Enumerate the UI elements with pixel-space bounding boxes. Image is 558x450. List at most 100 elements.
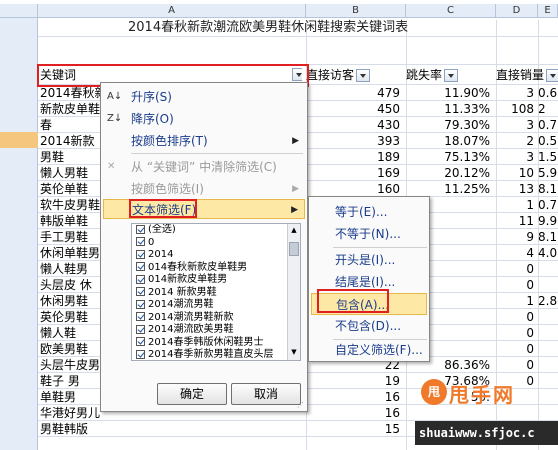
conversion-cell[interactable]: 0.7 (538, 117, 558, 133)
conversion-cell[interactable]: 4.0 (538, 245, 558, 261)
conversion-cell[interactable] (538, 261, 558, 277)
filter-value-item[interactable]: 2014 新款男鞋 (132, 287, 300, 300)
checkbox[interactable] (136, 262, 145, 271)
filter-value-item[interactable]: (全选) (132, 224, 300, 237)
column-header-c[interactable]: C (406, 4, 496, 18)
sort-by-color-item[interactable]: 按颜色排序(T) ▶ (103, 131, 305, 151)
scroll-thumb[interactable] (289, 242, 299, 256)
column-header-d[interactable]: D (496, 4, 538, 18)
filter-value-item[interactable]: 2014潮流欧美男鞋 (132, 324, 300, 337)
sales-cell[interactable]: 0 (496, 357, 536, 373)
visitors-cell[interactable]: 479 (306, 85, 404, 101)
conversion-cell[interactable]: 0.7 (538, 197, 558, 213)
checkbox[interactable] (136, 299, 145, 309)
conversion-cell[interactable]: 2 (538, 101, 558, 117)
checkbox[interactable] (136, 324, 145, 334)
sales-header-cell[interactable]: 直接销量 (496, 65, 558, 85)
filter-value-item[interactable]: 014春秋新款皮单鞋男 (132, 262, 300, 275)
bounce-filter-dropdown[interactable] (444, 69, 459, 82)
contains-item[interactable]: 包含(A)... (311, 293, 427, 315)
sales-cell[interactable]: 4 (496, 245, 536, 261)
sales-cell[interactable]: 3 (496, 85, 536, 101)
sheet-title[interactable]: 2014春秋新款潮流欧美男鞋休闲鞋搜索关键词表 (128, 19, 558, 37)
checkbox[interactable] (136, 224, 145, 234)
bounce-rate-cell[interactable]: 11.33% (406, 101, 494, 117)
keyword-filter-dropdown[interactable] (292, 68, 302, 81)
ends-with-item[interactable]: 结尾是(I)... (311, 271, 427, 293)
filter-value-item[interactable]: 2014潮流男鞋新款 (132, 312, 300, 325)
text-filter-item[interactable]: 文本筛选(F) ▶ (103, 199, 305, 219)
bounce-rate-cell[interactable]: 11.90% (406, 85, 494, 101)
begins-with-item[interactable]: 开头是(I)... (311, 249, 427, 271)
sort-ascending-item[interactable]: A↓ 升序(S) (103, 87, 305, 107)
bounce-rate-cell[interactable]: 18.07% (406, 133, 494, 149)
visitors-cell[interactable]: 16 (306, 405, 404, 421)
column-header-a[interactable]: A (38, 4, 306, 18)
checkbox[interactable] (136, 312, 145, 321)
filter-value-item[interactable]: 0 (132, 237, 300, 250)
visitors-cell[interactable]: 430 (306, 117, 404, 133)
conversion-cell[interactable] (538, 277, 558, 293)
checkbox[interactable] (136, 249, 145, 259)
bounce-rate-cell[interactable]: 79.30% (406, 117, 494, 133)
bounce-rate-cell[interactable]: 11.25% (406, 181, 494, 197)
filter-value-list[interactable]: (全选) 0 2014 014春秋新款皮单鞋男 014新款皮单鞋男 2014 新款男鞋 20… (131, 223, 301, 361)
filter-value-item[interactable]: 2014潮流男鞋 (132, 299, 300, 312)
checkbox[interactable] (136, 287, 145, 296)
checkbox[interactable] (136, 349, 145, 359)
checkbox[interactable] (136, 237, 145, 246)
visitors-cell[interactable]: 16 (306, 389, 404, 405)
bounce-rate-cell[interactable]: 20.12% (406, 165, 494, 181)
ok-button[interactable]: 确定 (157, 383, 227, 405)
filter-value-item[interactable]: 2014 (132, 249, 300, 262)
column-header-b[interactable]: B (306, 4, 406, 18)
sales-cell[interactable]: 13 (496, 181, 536, 197)
resize-grip-icon[interactable]: ⋰ (297, 401, 305, 409)
conversion-cell[interactable] (538, 325, 558, 341)
conversion-cell[interactable]: 8.1 (538, 181, 558, 197)
not-equals-item[interactable]: 不等于(N)... (311, 223, 427, 245)
visitors-filter-dropdown[interactable] (356, 69, 371, 82)
visitors-cell[interactable]: 15 (306, 421, 404, 437)
conversion-cell[interactable] (538, 309, 558, 325)
conversion-cell[interactable]: 0.6 (538, 85, 558, 101)
sales-cell[interactable]: 9 (496, 229, 536, 245)
not-contains-item[interactable]: 不包含(D)... (311, 315, 427, 337)
corner-cell[interactable] (0, 4, 38, 18)
checkbox[interactable] (136, 274, 145, 284)
conversion-cell[interactable]: 1.5 (538, 149, 558, 165)
checkbox[interactable] (136, 337, 145, 346)
filter-value-item[interactable]: 2014春季新款男鞋直皮头层 (132, 349, 300, 360)
custom-filter-item[interactable]: 自定义筛选(F)... (311, 339, 427, 361)
visitors-header-cell[interactable]: 直接访客 (306, 65, 404, 85)
sales-cell[interactable]: 0 (496, 341, 536, 357)
sales-cell[interactable]: 1 (496, 293, 536, 309)
keyword-cell[interactable]: 男鞋韩版 (40, 421, 302, 437)
conversion-cell[interactable]: 9.9 (538, 213, 558, 229)
sales-cell[interactable]: 0 (496, 261, 536, 277)
sales-cell[interactable]: 0 (496, 325, 536, 341)
row-header-strip[interactable] (0, 18, 38, 450)
cancel-button[interactable]: 取消 (231, 383, 301, 405)
conversion-cell[interactable]: 8.1 (538, 229, 558, 245)
scroll-up-icon[interactable]: ▲ (289, 226, 299, 236)
filter-by-color-item[interactable]: 按颜色筛选(I) ▶ (103, 179, 305, 199)
sales-cell[interactable]: 108 (496, 101, 536, 117)
conversion-cell[interactable] (538, 357, 558, 373)
visitors-cell[interactable]: 393 (306, 133, 404, 149)
sales-cell[interactable]: 0 (496, 277, 536, 293)
sales-filter-dropdown[interactable] (546, 69, 558, 82)
clear-filter-item[interactable]: ✕ 从 “关键词” 中清除筛选(C) (103, 157, 305, 177)
visitors-cell[interactable]: 450 (306, 101, 404, 117)
sales-cell[interactable]: 10 (496, 165, 536, 181)
sales-cell[interactable]: 3 (496, 149, 536, 165)
bounce-header-cell[interactable]: 跳失率 (406, 65, 494, 85)
sales-cell[interactable]: 2 (496, 133, 536, 149)
sales-cell[interactable]: 3 (496, 117, 536, 133)
bounce-rate-cell[interactable]: 75.13% (406, 149, 494, 165)
column-header-e[interactable]: E (538, 4, 558, 18)
visitors-cell[interactable]: 160 (306, 181, 404, 197)
conversion-cell[interactable]: 0.5 (538, 133, 558, 149)
conversion-cell[interactable] (538, 341, 558, 357)
conversion-cell[interactable]: 2.8 (538, 293, 558, 309)
